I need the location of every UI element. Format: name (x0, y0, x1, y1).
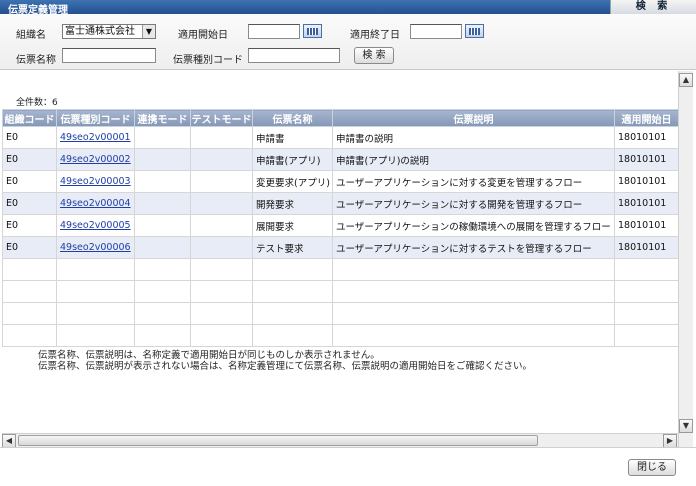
slip-code-cell: 49seo2v00006 (56, 236, 135, 259)
start-date-cell: 18010101 (614, 170, 679, 193)
start-date-input[interactable] (248, 24, 300, 39)
result-panel: 全件数：6 組織コード 伝票種別コード 連携モード テストモード 伝票名称 伝票… (0, 71, 696, 447)
table-row[interactable]: E0 49seo2v00004 開発要求 ユーザーアプリケーションに対する開発を… (2, 192, 679, 215)
org-code-cell: E0 (2, 148, 57, 171)
test-mode-cell (190, 214, 253, 237)
org-code-cell: E0 (2, 192, 57, 215)
table-row[interactable]: E0 49seo2v00002 申請書(アプリ) 申請書(アプリ)の説明 180… (2, 148, 679, 171)
calendar-icon[interactable] (465, 24, 484, 38)
slip-code-link[interactable]: 49seo2v00004 (60, 198, 131, 209)
slip-desc-cell: ユーザーアプリケーションに対するテストを管理するフロー (332, 236, 615, 259)
slip-desc-cell: 申請書の説明 (332, 126, 615, 149)
slip-code-cell: 49seo2v00004 (56, 192, 135, 215)
link-mode-cell (134, 236, 191, 259)
col-header-org-code[interactable]: 組織コード (2, 109, 57, 127)
table-row[interactable]: E0 49seo2v00005 展開要求 ユーザーアプリケーションの稼働環境への… (2, 214, 679, 237)
link-mode-cell (134, 148, 191, 171)
scroll-right-icon[interactable]: ▶ (663, 434, 677, 448)
slip-desc-cell: ユーザーアプリケーションに対する変更を管理するフロー (332, 170, 615, 193)
start-date-cell: 18010101 (614, 192, 679, 215)
slip-name-cell: 展開要求 (252, 214, 333, 237)
search-tab[interactable]: 検 索 (610, 0, 696, 14)
start-date-cell: 18010101 (614, 236, 679, 259)
slip-table: 組織コード 伝票種別コード 連携モード テストモード 伝票名称 伝票説明 適用開… (2, 109, 679, 347)
slip-code-link[interactable]: 49seo2v00002 (60, 154, 131, 165)
slip-code-link[interactable]: 49seo2v00003 (60, 176, 131, 187)
table-row[interactable]: E0 49seo2v00006 テスト要求 ユーザーアプリケーションに対するテス… (2, 236, 679, 259)
slip-desc-cell: ユーザーアプリケーションに対する開発を管理するフロー (332, 192, 615, 215)
slip-desc-cell: ユーザーアプリケーションの稼働環境への展開を管理するフロー (332, 214, 615, 237)
org-label: 組織名 (16, 30, 46, 41)
slip-code-link[interactable]: 49seo2v00005 (60, 220, 131, 231)
test-mode-cell (190, 126, 253, 149)
empty-row (2, 258, 679, 281)
slip-name-cell: 申請書 (252, 126, 333, 149)
search-form: 組織名 富士通株式会社 ▼ 適用開始日 適用終了日 伝票名称 伝票種別コード 検… (0, 14, 696, 70)
test-mode-cell (190, 236, 253, 259)
chevron-down-icon[interactable]: ▼ (142, 25, 155, 38)
close-button[interactable]: 閉じる (628, 459, 676, 476)
slip-name-cell: テスト要求 (252, 236, 333, 259)
end-date-input[interactable] (410, 24, 462, 39)
note-line-2: 伝票名称、伝票説明が表示されない場合は、名称定義管理にて伝票名称、伝票説明の適用… (38, 361, 533, 372)
org-code-cell: E0 (2, 236, 57, 259)
table-row[interactable]: E0 49seo2v00001 申請書 申請書の説明 18010101 (2, 126, 679, 149)
org-code-cell: E0 (2, 126, 57, 149)
slip-code-cell: 49seo2v00005 (56, 214, 135, 237)
slip-name-label: 伝票名称 (16, 55, 56, 66)
slip-name-cell: 変更要求(アプリ) (252, 170, 333, 193)
horizontal-scrollbar[interactable]: ◀ ▶ (2, 433, 678, 448)
link-mode-cell (134, 126, 191, 149)
col-header-test-mode[interactable]: テストモード (190, 109, 253, 127)
total-count: 全件数：6 (16, 98, 58, 108)
org-code-cell: E0 (2, 214, 57, 237)
end-date-label: 適用終了日 (350, 30, 400, 41)
link-mode-cell (134, 170, 191, 193)
empty-row (2, 324, 679, 347)
col-header-start-date[interactable]: 適用開始日 (614, 109, 679, 127)
start-date-cell: 18010101 (614, 214, 679, 237)
empty-row (2, 302, 679, 325)
title-bar: 伝票定義管理 検 索 (0, 0, 696, 16)
horizontal-scroll-thumb[interactable] (18, 435, 538, 446)
table-header-row: 組織コード 伝票種別コード 連携モード テストモード 伝票名称 伝票説明 適用開… (2, 109, 679, 127)
search-button[interactable]: 検 索 (354, 47, 394, 64)
slip-name-cell: 申請書(アプリ) (252, 148, 333, 171)
slip-name-input[interactable] (62, 48, 156, 63)
calendar-icon[interactable] (303, 24, 322, 38)
slip-code-label: 伝票種別コード (173, 55, 243, 66)
start-date-label: 適用開始日 (178, 30, 228, 41)
org-select[interactable]: 富士通株式会社 ▼ (62, 24, 156, 39)
scroll-up-icon[interactable]: ▲ (679, 73, 693, 87)
slip-desc-cell: 申請書(アプリ)の説明 (332, 148, 615, 171)
col-header-slip-desc[interactable]: 伝票説明 (332, 109, 615, 127)
col-header-link-mode[interactable]: 連携モード (134, 109, 191, 127)
vertical-scrollbar[interactable]: ▲ ▼ (678, 71, 693, 447)
scroll-left-icon[interactable]: ◀ (2, 434, 16, 448)
slip-code-input[interactable] (248, 48, 340, 63)
slip-code-cell: 49seo2v00002 (56, 148, 135, 171)
org-code-cell: E0 (2, 170, 57, 193)
col-header-slip-code[interactable]: 伝票種別コード (56, 109, 135, 127)
start-date-cell: 18010101 (614, 126, 679, 149)
test-mode-cell (190, 192, 253, 215)
slip-code-cell: 49seo2v00001 (56, 126, 135, 149)
slip-code-link[interactable]: 49seo2v00001 (60, 132, 131, 143)
link-mode-cell (134, 192, 191, 215)
slip-code-link[interactable]: 49seo2v00006 (60, 242, 131, 253)
slip-name-cell: 開発要求 (252, 192, 333, 215)
test-mode-cell (190, 148, 253, 171)
test-mode-cell (190, 170, 253, 193)
empty-row (2, 280, 679, 303)
table-row[interactable]: E0 49seo2v00003 変更要求(アプリ) ユーザーアプリケーションに対… (2, 170, 679, 193)
org-select-value: 富士通株式会社 (65, 26, 135, 37)
footer-bar: 閉じる (0, 447, 696, 486)
start-date-cell: 18010101 (614, 148, 679, 171)
link-mode-cell (134, 214, 191, 237)
slip-code-cell: 49seo2v00003 (56, 170, 135, 193)
scroll-down-icon[interactable]: ▼ (679, 419, 693, 433)
col-header-slip-name[interactable]: 伝票名称 (252, 109, 333, 127)
